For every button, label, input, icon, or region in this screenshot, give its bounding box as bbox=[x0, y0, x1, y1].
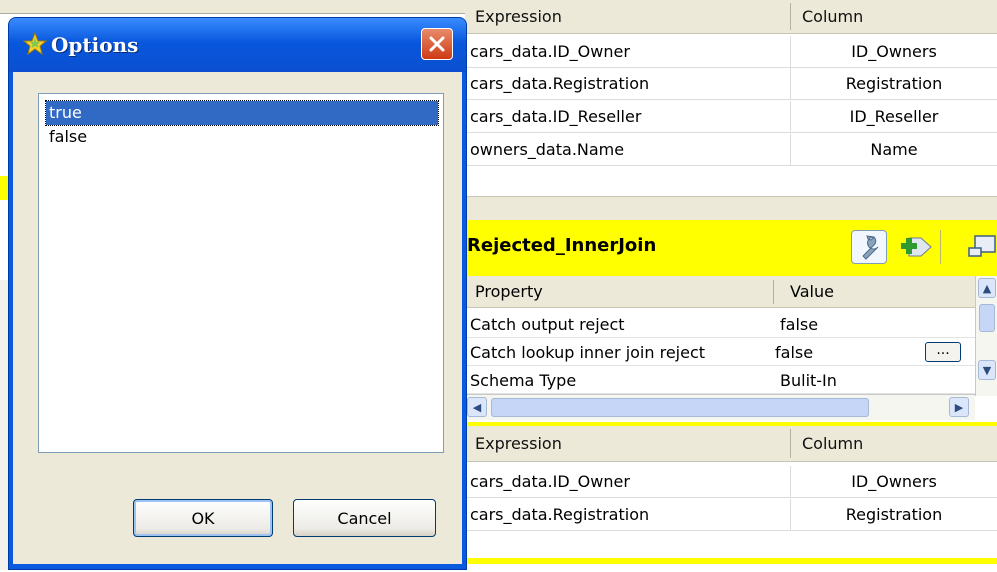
property-table-header: Property Value bbox=[465, 276, 975, 308]
rejected-innerjoin-header: Rejected_InnerJoin bbox=[465, 220, 997, 276]
option-true[interactable]: true bbox=[45, 100, 439, 126]
wrench-icon bbox=[862, 235, 879, 260]
options-listbox[interactable]: true false bbox=[38, 93, 444, 453]
property-horizontal-scrollbar[interactable]: ◀ ▶ bbox=[465, 394, 975, 420]
option-false[interactable]: false bbox=[46, 125, 438, 149]
property-row[interactable]: Schema Type Bulit-In bbox=[465, 368, 975, 394]
property-row[interactable]: Catch lookup inner join reject false ... bbox=[465, 340, 975, 366]
property-value[interactable]: Bulit-In bbox=[780, 368, 837, 394]
expression-cell[interactable]: cars_data.Registration bbox=[470, 68, 649, 100]
add-input-button[interactable] bbox=[895, 230, 935, 264]
expression-cell[interactable]: cars_data.ID_Reseller bbox=[470, 101, 641, 133]
table-row[interactable]: cars_data.Registration Registration bbox=[465, 68, 997, 100]
table-row[interactable]: cars_data.Registration Registration bbox=[465, 499, 997, 531]
close-icon bbox=[429, 36, 445, 52]
header-value[interactable]: Value bbox=[790, 276, 834, 308]
scroll-down-icon[interactable]: ▼ bbox=[978, 360, 996, 380]
bottom-table-header: Expression Column bbox=[465, 426, 997, 462]
property-value[interactable]: false bbox=[780, 312, 818, 338]
minimize-button[interactable] bbox=[967, 230, 997, 264]
header-expression[interactable]: Expression bbox=[465, 0, 790, 33]
header-expression[interactable]: Expression bbox=[465, 426, 790, 461]
scroll-left-icon[interactable]: ◀ bbox=[467, 397, 487, 417]
expression-cell[interactable]: cars_data.ID_Owner bbox=[470, 466, 630, 498]
dialog-body: true false OK Cancel bbox=[13, 72, 462, 564]
top-mapping-table: Expression Column cars_data.ID_Owner ID_… bbox=[465, 0, 997, 196]
table-row[interactable]: cars_data.ID_Owner ID_Owners bbox=[465, 466, 997, 498]
ok-button[interactable]: OK bbox=[133, 499, 273, 537]
pane-divider[interactable] bbox=[465, 196, 997, 220]
column-cell[interactable]: ID_Owners bbox=[790, 36, 997, 68]
column-cell[interactable]: ID_Owners bbox=[790, 466, 997, 498]
header-column[interactable]: Column bbox=[790, 426, 997, 461]
dialog-title: Options bbox=[51, 33, 139, 57]
cancel-button[interactable]: Cancel bbox=[293, 499, 436, 537]
property-name: Catch output reject bbox=[470, 315, 625, 334]
hscroll-thumb[interactable] bbox=[491, 398, 869, 417]
browse-button[interactable]: ... bbox=[925, 342, 961, 362]
column-cell[interactable]: Registration bbox=[790, 68, 997, 100]
star-icon bbox=[23, 32, 47, 56]
close-button[interactable] bbox=[421, 28, 453, 60]
scroll-right-icon[interactable]: ▶ bbox=[949, 397, 969, 417]
background-highlight bbox=[0, 176, 8, 200]
property-value[interactable]: false bbox=[775, 340, 813, 366]
scroll-up-icon[interactable]: ▲ bbox=[978, 278, 996, 298]
column-cell[interactable]: ID_Reseller bbox=[790, 101, 997, 133]
property-row[interactable]: Catch output reject false bbox=[465, 312, 975, 338]
dialog-titlebar[interactable]: Options bbox=[9, 18, 466, 72]
column-cell[interactable]: Registration bbox=[790, 499, 997, 531]
header-column[interactable]: Column bbox=[790, 0, 997, 33]
expression-cell[interactable]: owners_data.Name bbox=[470, 134, 624, 166]
scroll-thumb[interactable] bbox=[979, 304, 995, 332]
top-table-header: Expression Column bbox=[465, 0, 997, 34]
expression-cell[interactable]: cars_data.Registration bbox=[470, 499, 649, 531]
header-property[interactable]: Property bbox=[475, 276, 543, 308]
expression-cell[interactable]: cars_data.ID_Owner bbox=[470, 36, 630, 68]
property-name: Schema Type bbox=[470, 371, 577, 390]
table-row[interactable]: owners_data.Name Name bbox=[465, 134, 997, 166]
property-name: Catch lookup inner join reject bbox=[470, 343, 706, 362]
wrench-button[interactable] bbox=[851, 230, 887, 264]
add-arrow-icon bbox=[901, 237, 932, 257]
background-toolbar bbox=[0, 0, 465, 14]
table-row[interactable]: cars_data.ID_Reseller ID_Reseller bbox=[465, 101, 997, 133]
rejected-title: Rejected_InnerJoin bbox=[467, 235, 657, 256]
options-dialog: Options true false OK Cancel bbox=[8, 17, 467, 570]
property-vertical-scrollbar[interactable]: ▲ ▼ bbox=[975, 276, 997, 396]
bottom-mapping-table: Expression Column cars_data.ID_Owner ID_… bbox=[465, 426, 997, 572]
minimize-icon bbox=[968, 235, 996, 257]
table-row[interactable]: cars_data.ID_Owner ID_Owners bbox=[465, 36, 997, 68]
column-cell[interactable]: Name bbox=[790, 134, 997, 166]
